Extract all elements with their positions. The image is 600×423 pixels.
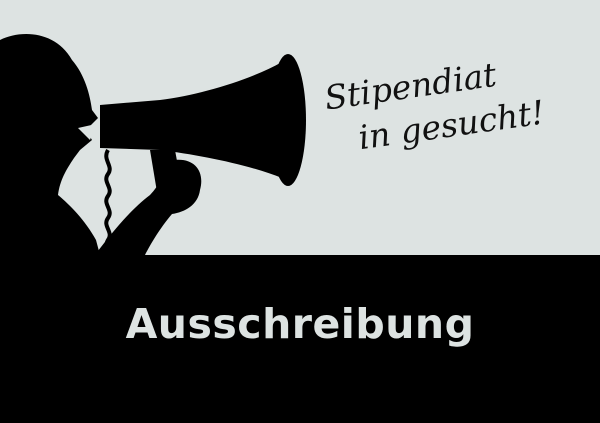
poster-title: Ausschreibung bbox=[125, 300, 475, 348]
megaphone-bell bbox=[270, 54, 306, 186]
coiled-cable bbox=[104, 148, 112, 257]
poster: Stipendiat in gesucht! Ausschreibung bbox=[0, 0, 600, 423]
megaphone-cone bbox=[100, 62, 282, 178]
person-silhouette bbox=[0, 34, 100, 255]
arm-hand-silhouette bbox=[95, 159, 202, 255]
